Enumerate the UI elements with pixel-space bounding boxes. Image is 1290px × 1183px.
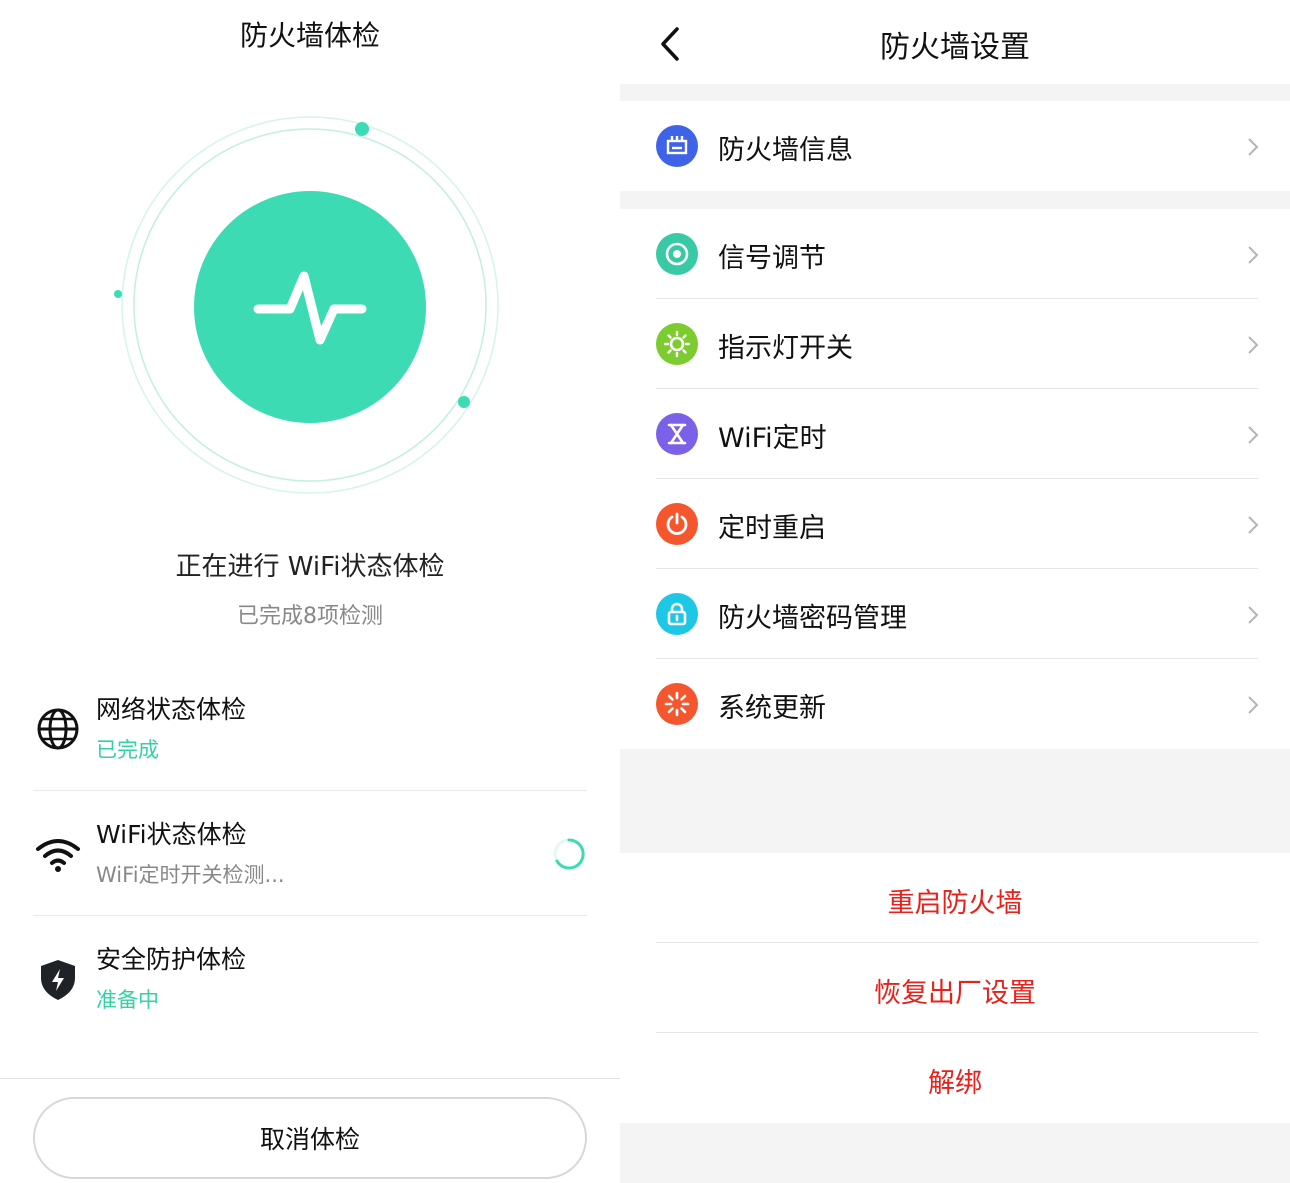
check-name: 安全防护体检 [96,945,247,974]
settings-group-info: 防火墙信息 [620,101,1290,191]
power-icon [656,503,698,545]
check-item-security: 安全防护体检 准备中 [33,916,587,1041]
status-subtitle: 已完成8项检测 [237,604,383,629]
settings-item-system-update[interactable]: 系统更新 [620,659,1290,749]
check-item-wifi: WiFi状态体检 WiFi定时开关检测... [33,791,587,916]
sun-icon [656,323,698,365]
lock-icon [656,593,698,635]
chevron-right-icon [1248,246,1259,264]
update-spinner-icon [656,683,698,725]
chevron-right-icon [1248,696,1259,714]
action-label: 恢复出厂设置 [874,978,1036,1009]
factory-reset-button[interactable]: 恢复出厂设置 [620,943,1290,1033]
orbit-dot [458,396,470,408]
scan-animation [0,0,620,520]
bottom-bar: 取消体检 [0,1078,620,1183]
wifi-icon [33,829,83,879]
shield-bolt-icon [33,954,83,1004]
globe-icon [33,704,83,754]
settings-group-actions: 重启防火墙 恢复出厂设置 解绑 [620,853,1290,1123]
unbind-button[interactable]: 解绑 [620,1033,1290,1123]
reboot-firewall-button[interactable]: 重启防火墙 [620,853,1290,943]
settings-item-password[interactable]: 防火墙密码管理 [620,569,1290,659]
page-title: 防火墙设置 [880,30,1030,65]
settings-screen: 防火墙设置 防火墙信息 信号调节 指示灯开关 WiFi定时 定时重启 防火墙密码… [620,0,1290,1183]
status-title: 正在进行 WiFi状态体检 [175,552,445,582]
check-list: 网络状态体检 已完成 WiFi状态体检 WiFi定时开关检测... 安全防护体检… [33,666,587,1041]
settings-item-label: 信号调节 [718,243,826,274]
action-label: 重启防火墙 [887,888,1023,919]
check-status: 准备中 [96,988,159,1012]
settings-group-main: 信号调节 指示灯开关 WiFi定时 定时重启 防火墙密码管理 系统更新 [620,209,1290,749]
chevron-right-icon [1248,606,1259,624]
cancel-check-button[interactable]: 取消体检 [33,1097,587,1179]
chevron-right-icon [1248,138,1259,156]
settings-item-signal[interactable]: 信号调节 [620,209,1290,299]
settings-item-label: 指示灯开关 [718,333,853,364]
settings-item-label: 定时重启 [718,513,826,544]
settings-item-label: WiFi定时 [718,423,827,454]
orbit-dot [114,290,122,298]
settings-item-label: 防火墙密码管理 [718,603,907,634]
check-status: WiFi定时开关检测... [96,863,285,887]
hourglass-icon [656,413,698,455]
settings-item-firewall-info[interactable]: 防火墙信息 [620,101,1290,191]
check-status: 已完成 [96,738,159,762]
check-screen: 防火墙体检 正在进行 WiFi状态体检 已完成8项检测 网络状态体检 已完成 W… [0,0,620,1183]
check-name: 网络状态体检 [96,695,247,724]
chevron-right-icon [1248,516,1259,534]
chevron-right-icon [1248,336,1259,354]
loading-spinner-icon [551,836,587,872]
router-icon [656,125,698,167]
action-label: 解绑 [928,1068,982,1099]
header-bar: 防火墙设置 [620,0,1290,84]
chevron-right-icon [1248,426,1259,444]
settings-item-indicator-light[interactable]: 指示灯开关 [620,299,1290,389]
signal-target-icon [656,233,698,275]
settings-item-scheduled-reboot[interactable]: 定时重启 [620,479,1290,569]
settings-item-wifi-timer[interactable]: WiFi定时 [620,389,1290,479]
check-item-network: 网络状态体检 已完成 [33,666,587,791]
check-name: WiFi状态体检 [96,820,247,849]
orbit-dot [355,122,369,136]
settings-item-label: 防火墙信息 [718,135,853,166]
settings-item-label: 系统更新 [718,693,826,724]
